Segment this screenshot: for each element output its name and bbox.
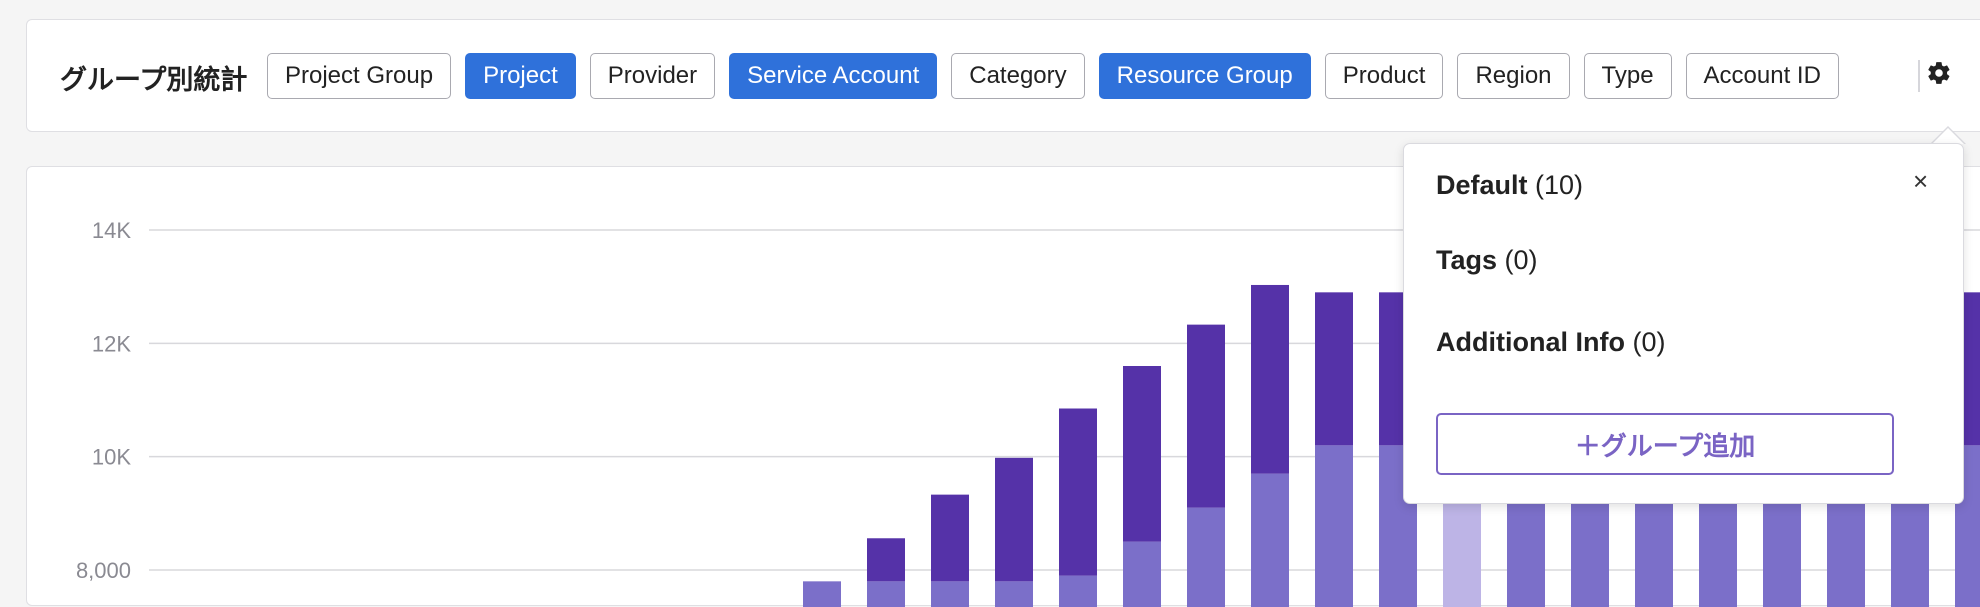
bar-segment-top[interactable] [1315,292,1353,446]
group-chip-service-account[interactable]: Service Account [729,53,938,99]
group-statistics-toolbar: グループ別統計 Project Group Project Provider Serv… [26,19,1980,132]
y-tick-label: 10K [92,445,131,470]
popover-item-default[interactable]: Default (10) [1436,170,1583,201]
bar-segment-bottom[interactable] [1059,575,1097,607]
bar-segment-top[interactable] [1059,408,1097,576]
bar-segment-bottom[interactable] [1123,541,1161,607]
bar-segment-bottom[interactable] [1187,507,1225,607]
group-chip-provider[interactable]: Provider [589,53,716,99]
group-chip-project[interactable]: Project [465,53,576,99]
popover-item-label: Default [1436,170,1528,200]
group-chip-project-group[interactable]: Project Group [267,53,452,99]
divider [1918,60,1920,92]
popover-arrow-inner [1932,128,1964,144]
bar-segment-top[interactable] [995,457,1033,582]
group-chip-region[interactable]: Region [1457,53,1570,99]
popover-item-count: (0) [1504,245,1538,275]
bar-segment-bottom[interactable] [1251,473,1289,607]
bar-segment-top[interactable] [1187,324,1225,508]
popover-item-count: (0) [1632,327,1666,357]
group-chip-type[interactable]: Type [1583,53,1672,99]
y-tick-label: 14K [92,218,131,243]
group-chip-category[interactable]: Category [951,53,1085,99]
gear-icon[interactable] [1926,60,1952,86]
bar-segment-top[interactable] [867,538,905,582]
bar-segment-top[interactable] [1251,284,1289,474]
bar-segment-bottom[interactable] [867,581,905,607]
group-chip-resource-group[interactable]: Resource Group [1098,53,1311,99]
bar-segment-bottom[interactable] [803,581,841,607]
close-icon[interactable]: × [1913,168,1928,194]
y-tick-label: 12K [92,331,131,356]
group-chip-product[interactable]: Product [1324,53,1444,99]
group-settings-popover: Default (10) Tags (0) Additional Info (0… [1403,143,1964,504]
popover-item-additional-info[interactable]: Additional Info (0) [1436,327,1665,358]
add-group-button-label: ＋グループ追加 [1574,430,1756,461]
page-title: グループ別統計 [60,65,248,95]
bar-segment-top[interactable] [1123,366,1161,542]
group-chip-account-id[interactable]: Account ID [1685,53,1839,99]
popover-item-count: (10) [1535,170,1584,200]
bar-segment-top[interactable] [931,494,969,582]
popover-item-label: Additional Info [1436,327,1625,357]
bar-segment-bottom[interactable] [1315,445,1353,607]
bar-segment-bottom[interactable] [931,581,969,607]
bar-segment-bottom[interactable] [995,581,1033,607]
add-group-button[interactable]: ＋グループ追加 [1436,413,1894,475]
y-tick-label: 8,000 [76,558,131,583]
group-by-chips: Project Group Project Provider Service Acco… [267,53,1839,99]
popover-item-tags[interactable]: Tags (0) [1436,245,1538,276]
popover-item-label: Tags [1436,245,1498,275]
